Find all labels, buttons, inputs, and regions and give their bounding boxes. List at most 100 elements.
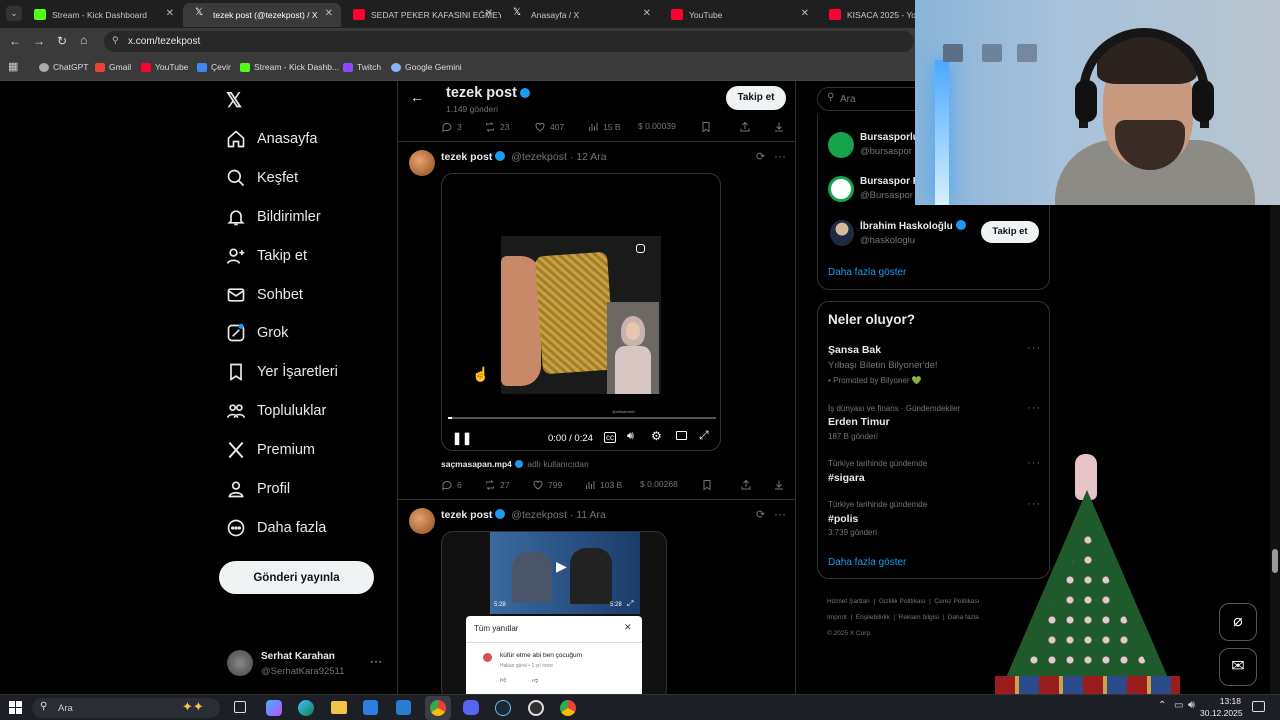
follow-button[interactable]: Takip et xyxy=(981,221,1039,243)
chrome-icon[interactable] xyxy=(560,700,576,716)
views-button[interactable]: 15 B xyxy=(587,121,621,133)
url-field[interactable]: ⚲ x.com/tezekpost xyxy=(104,31,914,52)
obs-icon[interactable] xyxy=(528,700,544,716)
close-tab-icon[interactable]: ✕ xyxy=(643,8,651,19)
nav-communities[interactable]: Topluluklar xyxy=(226,396,326,426)
footer-link[interactable]: Reklam bilgisi xyxy=(899,614,939,621)
pip-icon[interactable] xyxy=(676,431,687,440)
bookmark-translate[interactable]: Çevir xyxy=(197,62,231,72)
back-arrow-icon[interactable]: ← xyxy=(410,89,424,105)
author-handle[interactable]: @tezekpost xyxy=(511,151,567,163)
video-player[interactable]: @elifsamerin ❚❚ 0:00 / 0:24 cc 🔊︎ ⚙ ⤢ xyxy=(441,173,721,451)
close-icon[interactable]: ✕ xyxy=(624,622,632,633)
grok-icon[interactable]: ⟳ xyxy=(756,508,765,521)
file-name[interactable]: saçmasapan.mp4 xyxy=(441,459,512,469)
like-button[interactable]: 799 xyxy=(532,479,562,491)
account-switcher[interactable]: Serhat Karahan @SerhatKara92511 ··· xyxy=(224,646,384,682)
author-name[interactable]: tezek post xyxy=(441,509,492,521)
author-name[interactable]: tezek post xyxy=(441,151,492,163)
file-explorer-icon[interactable] xyxy=(331,701,347,714)
show-more-link[interactable]: Daha fazla göster xyxy=(828,557,906,568)
play-icon[interactable]: ▶ xyxy=(556,558,567,575)
tab-youtube[interactable]: YouTube ✕ xyxy=(659,3,817,27)
share-button[interactable] xyxy=(740,479,752,491)
close-tab-icon[interactable]: ✕ xyxy=(166,8,174,19)
clock-time[interactable]: 13:18 xyxy=(1213,696,1241,706)
tab-kick-dashboard[interactable]: Stream - Kick Dashboard ✕ xyxy=(22,3,182,27)
repost-button[interactable]: 23 xyxy=(484,121,509,133)
follow-suggestion[interactable]: İbrahim Haskoloğlu @haskologlu Takip et xyxy=(828,218,1043,248)
pause-icon[interactable]: ❚❚ xyxy=(452,431,472,445)
fullscreen-icon[interactable]: ⤢ xyxy=(699,428,709,443)
more-icon[interactable]: ··· xyxy=(1027,342,1041,354)
nav-notifications[interactable]: Bildirimler xyxy=(226,202,321,232)
bookmark-gemini[interactable]: Google Gemini xyxy=(391,62,462,72)
site-info-icon[interactable]: ⚲ xyxy=(112,35,119,46)
repost-button[interactable]: 27 xyxy=(484,479,509,491)
post-time[interactable]: · 12 Ara xyxy=(570,151,607,163)
captions-icon[interactable]: cc xyxy=(604,432,616,443)
nav-explore[interactable]: Keşfet xyxy=(226,163,298,193)
messages-button[interactable]: ✉ xyxy=(1219,648,1257,686)
tab-anasayfa-x[interactable]: 𝕏 Anasayfa / X ✕ xyxy=(501,3,659,27)
settings-icon[interactable]: ⚙ xyxy=(651,429,662,443)
tray-chevron-icon[interactable]: ⌃ xyxy=(1158,700,1166,711)
steam-icon[interactable] xyxy=(495,700,511,716)
edge-icon[interactable] xyxy=(298,700,314,716)
footer-link[interactable]: Çerez Politikası xyxy=(934,598,979,605)
footer-link[interactable]: Gizlilik Politikası xyxy=(879,598,926,605)
notifications-icon[interactable] xyxy=(1252,701,1265,712)
tab-kisaca-2025[interactable]: KISACA 2025 - YouT xyxy=(817,3,917,27)
video-progress-bar[interactable] xyxy=(448,417,716,419)
more-icon[interactable]: ··· xyxy=(370,654,382,668)
nav-premium[interactable]: Premium xyxy=(226,435,315,465)
volume-icon[interactable]: 🔊︎ xyxy=(1188,699,1195,712)
forward-icon[interactable]: → xyxy=(33,34,45,48)
tip-button[interactable]: $ 0.00268 xyxy=(640,479,678,489)
thumbs-up-icon[interactable]: 👍︎ xyxy=(500,676,506,684)
footer-link[interactable]: Daha fazla xyxy=(948,614,979,621)
reload-icon[interactable]: ↻ xyxy=(57,34,67,48)
show-more-link[interactable]: Daha fazla göster xyxy=(828,267,906,278)
windows-start-icon[interactable] xyxy=(9,701,22,714)
task-view-icon[interactable] xyxy=(234,701,246,713)
nav-grok[interactable]: Grok xyxy=(226,318,288,348)
fullscreen-icon[interactable]: ⤢ xyxy=(627,599,633,609)
volume-icon[interactable]: 🔊︎ xyxy=(627,430,634,443)
post-time[interactable]: · 11 Ara xyxy=(570,509,606,521)
trend-item[interactable]: İş dünyası ve finans · Gündemdekiler Erd… xyxy=(818,400,1051,446)
bookmark-kick[interactable]: Stream - Kick Dashb... xyxy=(240,62,339,72)
close-tab-icon[interactable]: ✕ xyxy=(325,8,333,19)
thumbs-down-icon[interactable]: 👎︎ xyxy=(532,676,538,684)
bookmark-button[interactable] xyxy=(701,479,713,491)
download-button[interactable] xyxy=(773,121,785,133)
more-icon[interactable]: ··· xyxy=(1027,402,1041,414)
nav-follow[interactable]: Takip et xyxy=(226,241,307,271)
discord-icon[interactable] xyxy=(463,700,479,715)
footer-link[interactable]: Hizmet Şartları xyxy=(827,598,870,605)
nav-profile[interactable]: Profil xyxy=(226,474,290,504)
bookmark-youtube[interactable]: YouTube xyxy=(141,62,188,72)
close-tab-icon[interactable]: ✕ xyxy=(485,8,493,19)
back-icon[interactable]: ← xyxy=(9,34,21,48)
bookmark-twitch[interactable]: Twitch xyxy=(343,62,381,72)
outlook-icon[interactable] xyxy=(396,700,411,715)
chrome-icon-active[interactable] xyxy=(425,696,451,720)
copilot-icon[interactable] xyxy=(266,700,282,716)
avatar[interactable] xyxy=(409,150,435,176)
reply-button[interactable]: 6 xyxy=(441,479,462,491)
avatar[interactable] xyxy=(409,508,435,534)
clock-date[interactable]: 30.12.2025 xyxy=(1200,708,1243,718)
post-button[interactable]: Gönderi yayınla xyxy=(219,561,374,594)
apps-icon[interactable]: ▦ xyxy=(8,60,18,73)
more-icon[interactable]: ··· xyxy=(774,149,786,163)
tab-sedat-peker[interactable]: SEDAT PEKER KAFASINI EĞMEY ✕ xyxy=(341,3,501,27)
taskbar-search[interactable]: ⚲ Ara ✦✦ xyxy=(32,698,220,718)
bookmark-button[interactable] xyxy=(700,121,712,133)
nav-home[interactable]: Anasayfa xyxy=(226,124,317,154)
download-button[interactable] xyxy=(773,479,785,491)
network-icon[interactable]: ▭ xyxy=(1174,700,1183,711)
bookmark-gmail[interactable]: Gmail xyxy=(95,62,131,72)
nav-bookmarks[interactable]: Yer İşaretleri xyxy=(226,357,338,387)
grok-icon[interactable]: ⟳ xyxy=(756,150,765,163)
